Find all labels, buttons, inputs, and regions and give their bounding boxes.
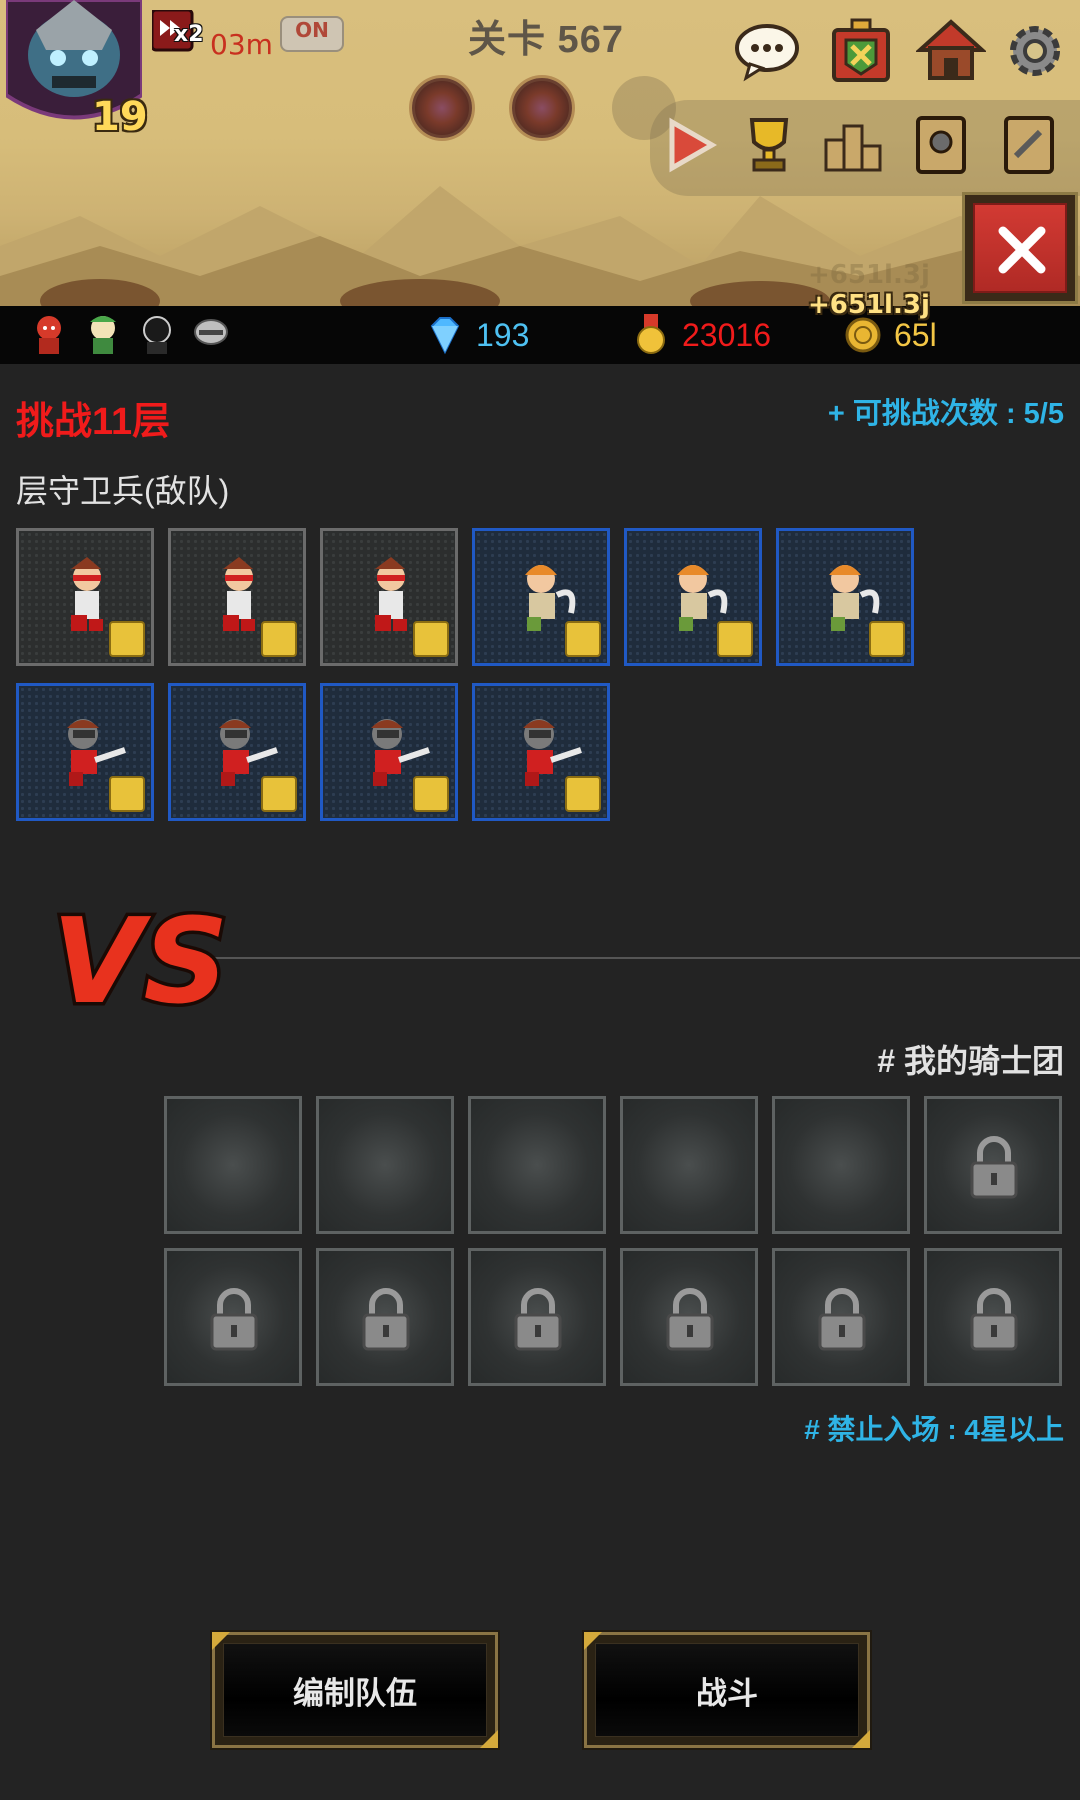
attack-type-icon — [109, 621, 145, 657]
skill-book-icon[interactable] — [996, 112, 1062, 178]
entry-restriction-note: # 禁止入场 : 4星以上 — [804, 1414, 1064, 1445]
attack-type-icon — [261, 776, 297, 812]
lock-icon — [514, 1288, 562, 1351]
hero-book-icon[interactable] — [908, 112, 974, 178]
gem-icon — [430, 317, 460, 355]
attack-type-icon — [261, 621, 297, 657]
enemy-slot[interactable] — [320, 683, 458, 821]
attack-type-icon — [869, 621, 905, 657]
portal-orb-icon — [412, 78, 472, 138]
gem-count: 193 — [476, 317, 530, 353]
edit-team-button[interactable]: 编制队伍 — [212, 1632, 498, 1748]
chat-icon[interactable] — [732, 16, 802, 86]
challenge-floor-title: 挑战11层 — [16, 401, 171, 443]
battle-button[interactable]: 战斗 — [584, 1632, 870, 1748]
medal-icon — [637, 314, 665, 354]
team-slot-empty[interactable] — [620, 1096, 758, 1234]
enemy-slot[interactable] — [168, 528, 306, 666]
lock-icon — [362, 1288, 410, 1351]
lock-icon — [970, 1288, 1018, 1351]
close-button-face[interactable] — [973, 203, 1067, 293]
team-slot-empty[interactable] — [164, 1096, 302, 1234]
team-slot-locked[interactable] — [620, 1248, 758, 1386]
gold-coin-icon — [845, 317, 881, 353]
enemy-slot[interactable] — [16, 528, 154, 666]
svg-text:VS: VS — [52, 892, 228, 1020]
attack-type-icon — [717, 621, 753, 657]
hero-mini-black-icon[interactable] — [136, 312, 178, 356]
vs-logo: VS — [49, 890, 229, 1020]
game-scene: 19 x2 03m ON 关卡 567 +651l.3j — [0, 0, 1080, 306]
battle-label[interactable]: 战斗 — [595, 1643, 859, 1737]
attack-type-icon — [565, 776, 601, 812]
speed-timer: 03m — [210, 28, 273, 61]
enemy-slot[interactable] — [168, 683, 306, 821]
lock-icon — [666, 1288, 714, 1351]
team-slot-locked[interactable] — [164, 1248, 302, 1386]
guild-banner-icon[interactable] — [826, 16, 896, 86]
close-button[interactable] — [962, 192, 1078, 304]
attack-type-icon — [413, 776, 449, 812]
enemy-slot[interactable] — [16, 683, 154, 821]
team-slot-locked[interactable] — [924, 1248, 1062, 1386]
auto-toggle[interactable]: ON — [280, 16, 344, 52]
stage-title: 关卡 567 — [468, 19, 624, 61]
lock-icon — [818, 1288, 866, 1351]
ranking-podium-icon[interactable] — [820, 112, 886, 178]
attack-type-icon — [109, 776, 145, 812]
attack-type-icon — [565, 621, 601, 657]
portal-orb-icon — [512, 78, 572, 138]
gold-count: 65l — [894, 317, 937, 353]
trophy-icon[interactable] — [736, 112, 802, 178]
hero-mini-red-icon[interactable] — [28, 312, 70, 356]
attack-type-icon — [413, 621, 449, 657]
settings-icon[interactable] — [1000, 16, 1070, 86]
floating-gain-shadow: +651l.3j — [808, 260, 930, 290]
team-slot-locked[interactable] — [772, 1248, 910, 1386]
enemy-slot[interactable] — [624, 528, 762, 666]
enemy-slot[interactable] — [472, 683, 610, 821]
team-slot-locked[interactable] — [924, 1096, 1062, 1234]
floating-gain: +651l.3j — [808, 290, 930, 320]
hero-level: 19 — [92, 94, 148, 140]
team-slot-empty[interactable] — [316, 1096, 454, 1234]
enemy-slot[interactable] — [320, 528, 458, 666]
enemy-team-heading: 层守卫兵(敌队) — [16, 473, 230, 509]
medal-count: 23016 — [682, 317, 771, 353]
team-slot-empty[interactable] — [772, 1096, 910, 1234]
close-icon — [998, 226, 1046, 274]
team-slot-locked[interactable] — [468, 1248, 606, 1386]
hero-mini-robot-icon[interactable] — [190, 312, 232, 356]
lock-icon — [210, 1288, 258, 1351]
enemy-slot[interactable] — [776, 528, 914, 666]
play-icon[interactable] — [658, 112, 724, 178]
divider-line — [200, 957, 1080, 959]
lock-icon — [970, 1136, 1018, 1199]
enemy-slot[interactable] — [472, 528, 610, 666]
my-team-heading: # 我的骑士团 — [877, 1043, 1064, 1079]
speed-multiplier: x2 — [174, 22, 204, 47]
home-icon[interactable] — [916, 16, 986, 86]
hero-mini-green-icon[interactable] — [82, 312, 124, 356]
edit-team-label[interactable]: 编制队伍 — [223, 1643, 487, 1737]
team-slot-empty[interactable] — [468, 1096, 606, 1234]
challenge-attempts[interactable]: + 可挑战次数 : 5/5 — [828, 390, 1064, 432]
team-slot-locked[interactable] — [316, 1248, 454, 1386]
